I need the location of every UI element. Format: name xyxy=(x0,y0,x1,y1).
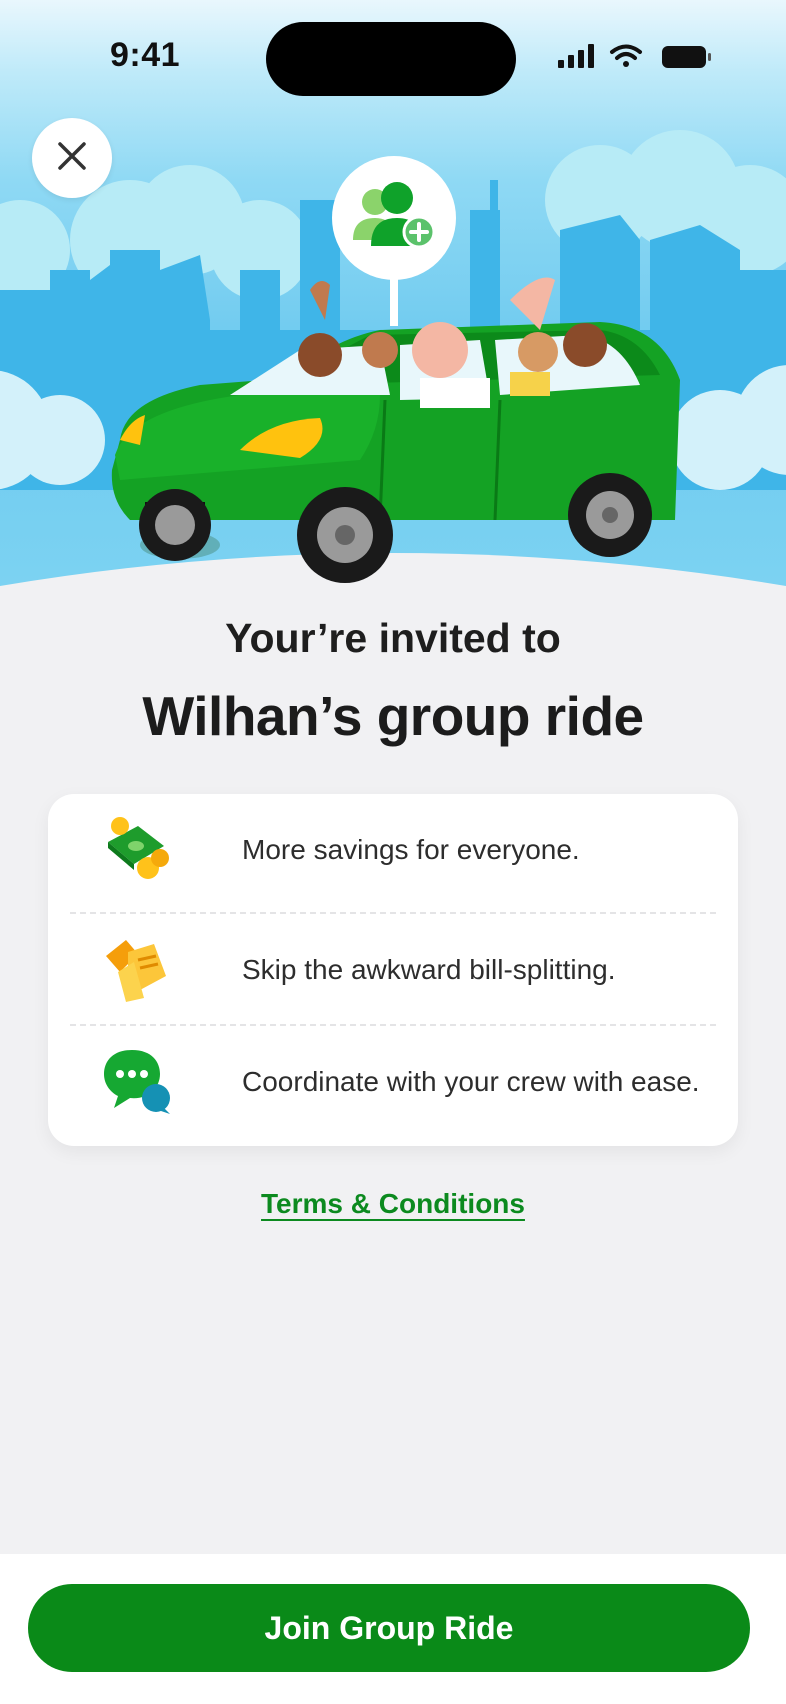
terms-link[interactable]: Terms & Conditions xyxy=(0,1188,786,1220)
invite-subtitle: Your’re invited to xyxy=(225,615,561,661)
status-bar: 9:41 xyxy=(0,0,786,110)
close-icon xyxy=(57,141,87,176)
badge-pin-stick xyxy=(390,276,398,326)
bottom-action-bar: Join Group Ride xyxy=(0,1554,786,1704)
invite-heading: Your’re invited to Wilhan’s group ride xyxy=(0,610,786,754)
dynamic-island xyxy=(266,22,516,96)
benefit-item-savings: More savings for everyone. xyxy=(70,794,716,906)
benefit-item-bill-splitting: Skip the awkward bill-splitting. xyxy=(70,914,716,1026)
battery-icon xyxy=(662,46,711,68)
benefit-item-coordinate: Coordinate with your crew with ease. xyxy=(70,1026,716,1138)
status-time: 9:41 xyxy=(110,36,181,74)
chat-bubbles-icon xyxy=(104,1044,202,1120)
group-invite-badge xyxy=(332,156,456,280)
invite-title: Wilhan’s group ride xyxy=(142,685,644,747)
benefit-text: Skip the awkward bill-splitting. xyxy=(242,954,616,985)
join-group-ride-button[interactable]: Join Group Ride xyxy=(28,1584,750,1672)
benefit-text: Coordinate with your crew with ease. xyxy=(242,1066,700,1097)
cellular-signal-icon xyxy=(558,44,594,68)
status-icons xyxy=(556,42,716,72)
close-button[interactable] xyxy=(32,118,112,198)
money-coins-icon xyxy=(108,812,202,888)
group-add-icon xyxy=(349,178,439,259)
wifi-icon xyxy=(610,44,642,67)
benefit-text: More savings for everyone. xyxy=(242,834,580,865)
benefits-card: More savings for everyone. Skip the awkw… xyxy=(48,794,738,1146)
receipt-split-icon xyxy=(106,932,202,1008)
